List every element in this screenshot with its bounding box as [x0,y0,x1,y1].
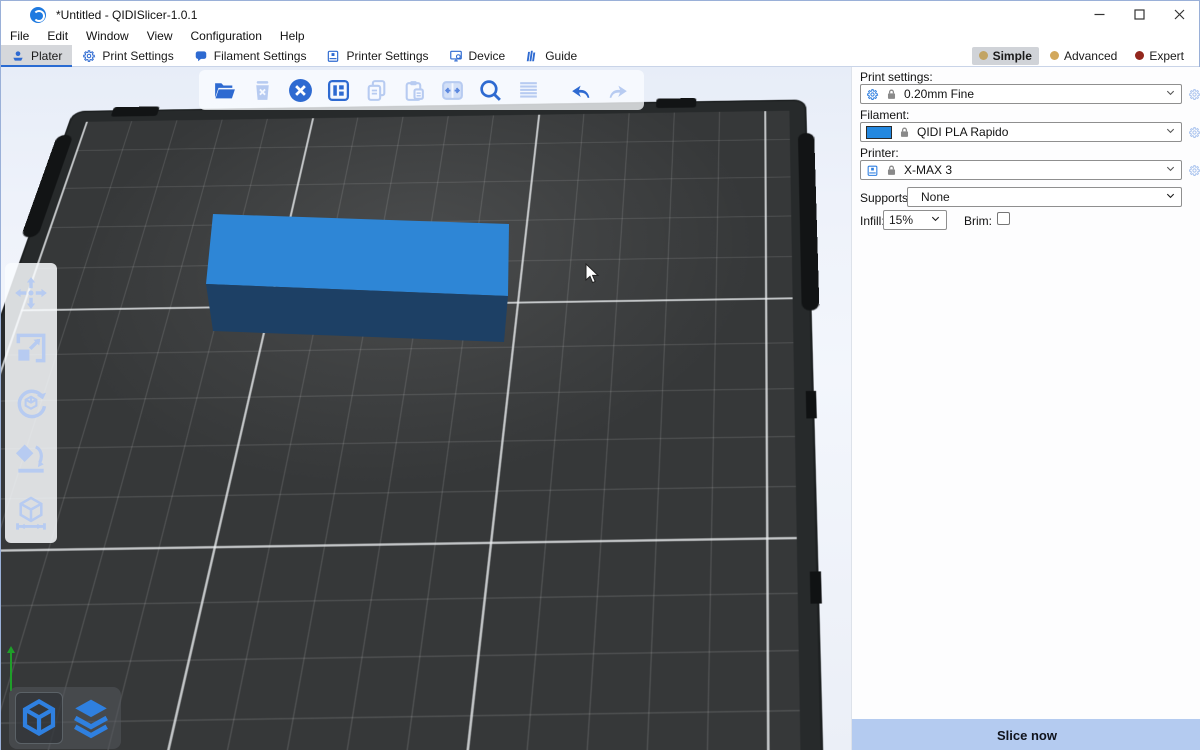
build-plate[interactable] [1,101,847,750]
supports-select[interactable]: None [907,187,1182,207]
menu-edit[interactable]: Edit [38,28,77,45]
edit-printer-button[interactable] [1188,160,1200,180]
gear-icon [866,88,879,101]
filament-select[interactable]: QIDI PLA Rapido [860,122,1182,142]
menu-help[interactable]: Help [271,28,314,45]
bed-grid [1,111,818,750]
chevron-down-icon [930,213,941,227]
qidislicer-window: *Untitled - QIDISlicer-1.0.1 File Edit W… [0,0,1200,750]
minimize-button[interactable] [1079,1,1119,28]
3d-viewport[interactable] [1,67,851,750]
tab-device[interactable]: Device [439,45,516,66]
tab-printer-settings[interactable]: Printer Settings [316,45,438,66]
redo-button[interactable] [605,77,632,104]
infill-select[interactable]: 15% [883,210,947,230]
open-button[interactable] [211,77,238,104]
lock-icon [885,164,898,177]
printer-select[interactable]: X-MAX 3 [860,160,1182,180]
gizmo-toolbar [5,263,57,543]
print-settings-label: Print settings: [860,70,933,84]
printer-icon [866,164,879,177]
tab-filament-settings[interactable]: Filament Settings [184,45,317,66]
menu-bar: File Edit Window View Configuration Help [1,28,1199,45]
place-on-face-button[interactable] [11,438,51,478]
app-logo-icon [30,7,46,23]
undo-button[interactable] [567,77,594,104]
filament-label: Filament: [860,108,909,122]
maximize-button[interactable] [1119,1,1159,28]
slice-now-button[interactable]: Slice now [852,719,1200,750]
view-switcher [9,687,121,749]
menu-file[interactable]: File [1,28,38,45]
copy-button[interactable] [363,77,390,104]
mode-advanced[interactable]: Advanced [1043,47,1124,65]
rotate-button[interactable] [11,383,51,423]
guide-books-icon [525,49,539,63]
arrange-button[interactable] [325,77,352,104]
lock-icon [898,126,911,139]
bed-clip [656,98,696,108]
print-settings-select[interactable]: 0.20mm Fine [860,84,1182,104]
variable-layer-height-button[interactable] [515,77,542,104]
menu-view[interactable]: View [138,28,182,45]
advanced-dot-icon [1050,51,1059,60]
brim-label: Brim: [964,214,992,228]
edit-print-settings-button[interactable] [1188,84,1200,104]
expert-dot-icon [1135,51,1144,60]
move-button[interactable] [11,273,51,313]
delete-all-button[interactable] [287,77,314,104]
brim-checkbox[interactable] [997,212,1010,225]
tab-plater[interactable]: Plater [1,45,72,66]
search-button[interactable] [477,77,504,104]
mode-expert[interactable]: Expert [1128,47,1191,65]
edit-filament-button[interactable] [1188,122,1200,142]
scale-button[interactable] [11,328,51,368]
chevron-down-icon [1165,125,1176,139]
bed-clip [111,106,160,116]
mode-simple[interactable]: Simple [972,47,1039,65]
simple-dot-icon [979,51,988,60]
tab-guide[interactable]: Guide [515,45,587,66]
mouse-cursor [585,263,601,286]
filament-color-swatch [866,126,892,139]
menu-configuration[interactable]: Configuration [182,28,271,45]
paste-button[interactable] [401,77,428,104]
chevron-down-icon [1165,163,1176,177]
title-bar: *Untitled - QIDISlicer-1.0.1 [1,1,1199,28]
tab-print-settings[interactable]: Print Settings [72,45,183,66]
main-toolbar [199,70,644,110]
printer-label: Printer: [860,146,899,160]
plater-icon [11,49,25,63]
delete-button[interactable] [249,77,276,104]
editor-view-button[interactable] [15,692,63,744]
mode-switcher: Simple Advanced Expert [972,45,1199,66]
measure-button[interactable] [11,493,51,533]
preview-view-button[interactable] [67,692,115,744]
bed-y-axis [10,649,12,691]
chevron-down-icon [1165,190,1176,204]
bed-handle-right [798,133,820,311]
lock-icon [885,88,898,101]
tab-bar: Plater Print Settings Filament Settings … [1,45,1199,67]
infill-label: Infill: [860,214,885,228]
device-monitor-icon [449,49,463,63]
filament-icon [194,49,208,63]
window-controls [1079,1,1199,28]
window-title: *Untitled - QIDISlicer-1.0.1 [56,8,197,22]
gear-icon [82,49,96,63]
settings-panel: Print settings: 0.20mm Fine Filament: QI… [851,67,1200,750]
close-button[interactable] [1159,1,1199,28]
chevron-down-icon [1165,87,1176,101]
split-objects-button[interactable] [439,77,466,104]
printer-icon [326,49,340,63]
menu-window[interactable]: Window [77,28,138,45]
supports-label: Supports: [860,191,911,205]
